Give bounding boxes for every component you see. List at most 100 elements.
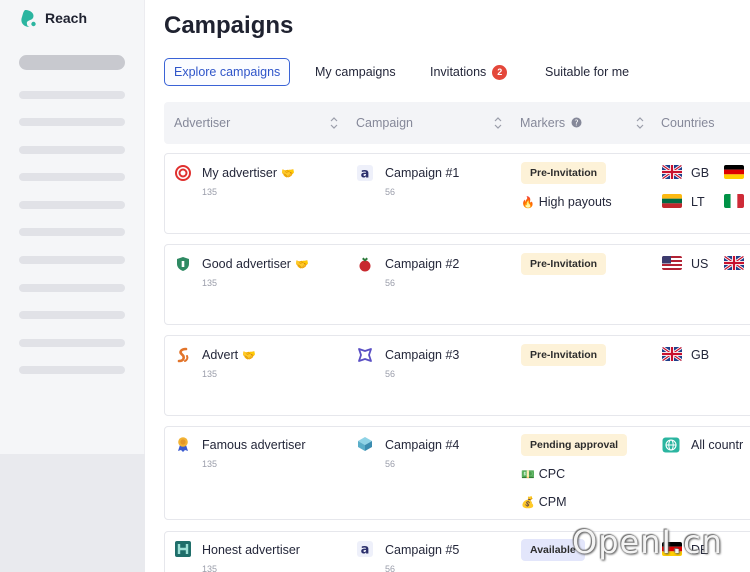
fire-icon: 🔥 bbox=[521, 197, 535, 209]
tab-invitations-label: Invitations bbox=[430, 65, 487, 79]
column-header-advertiser[interactable]: Advertiser bbox=[174, 102, 230, 144]
h-logo-advertiser-icon bbox=[175, 541, 191, 557]
marker-cpm-text: CPM bbox=[538, 495, 567, 509]
tab-suitable-for-me[interactable]: Suitable for me bbox=[545, 58, 629, 86]
reach-logo-icon bbox=[21, 10, 36, 27]
cash-icon: 💵 bbox=[521, 469, 535, 481]
marker-high-payouts: 🔥 High payouts bbox=[521, 195, 612, 209]
advertiser-name[interactable]: My advertiser 🤝 bbox=[202, 166, 295, 180]
sort-icon[interactable] bbox=[330, 116, 338, 130]
svg-text:?: ? bbox=[574, 118, 578, 127]
advertiser-name-text: Advert bbox=[202, 348, 239, 362]
invitations-count-badge: 2 bbox=[492, 65, 508, 80]
marker-high-payouts-text: High payouts bbox=[538, 195, 612, 209]
column-header-markers-label: Markers bbox=[520, 116, 566, 130]
us-flag-icon bbox=[662, 256, 682, 270]
lt-flag-icon bbox=[662, 194, 682, 208]
table-row[interactable]: Famous advertiser 135 Campaign #4 56 Pen… bbox=[164, 426, 750, 520]
advertiser-name-text: My advertiser bbox=[202, 166, 278, 180]
advertiser-name[interactable]: Advert 🤝 bbox=[202, 348, 256, 362]
it-flag-icon bbox=[724, 194, 744, 208]
marker-badge: Pre-Invitation bbox=[521, 253, 607, 275]
campaign-id: 56 bbox=[385, 187, 396, 197]
campaign-id: 56 bbox=[385, 369, 396, 379]
cube-campaign-icon bbox=[358, 437, 372, 451]
sort-icon[interactable] bbox=[636, 116, 644, 130]
target-advertiser-icon bbox=[175, 165, 191, 181]
advertiser-name[interactable]: Good advertiser 🤝 bbox=[202, 257, 309, 271]
sidebar: Reach bbox=[0, 0, 145, 572]
sidebar-item[interactable] bbox=[19, 91, 125, 99]
advertiser-name[interactable]: Famous advertiser bbox=[202, 438, 306, 452]
column-header-countries[interactable]: Countries bbox=[661, 102, 715, 144]
campaign-name[interactable]: Campaign #1 bbox=[385, 166, 459, 180]
sort-icon[interactable] bbox=[494, 116, 502, 130]
advertiser-id: 135 bbox=[202, 369, 218, 379]
campaign-name[interactable]: Campaign #3 bbox=[385, 348, 459, 362]
money-bag-icon: 💰 bbox=[521, 497, 535, 509]
country-code: GB bbox=[691, 166, 710, 180]
page-title: Campaigns bbox=[164, 12, 294, 39]
campaign-name[interactable]: Campaign #4 bbox=[385, 438, 459, 452]
sidebar-item[interactable] bbox=[19, 339, 125, 347]
sidebar-item[interactable] bbox=[19, 366, 125, 374]
marker-cpc: 💵 CPC bbox=[521, 467, 565, 481]
campaign-id: 56 bbox=[385, 459, 396, 469]
de-flag-icon bbox=[724, 165, 744, 179]
campaign-name[interactable]: Campaign #2 bbox=[385, 257, 459, 271]
shield-advertiser-icon bbox=[177, 257, 189, 271]
help-icon[interactable]: ? bbox=[571, 117, 582, 128]
uk-flag-icon bbox=[662, 347, 682, 361]
advertiser-id: 135 bbox=[202, 459, 218, 469]
campaign-a-icon: a bbox=[357, 165, 373, 181]
advertiser-id: 135 bbox=[202, 278, 218, 288]
tab-explore-campaigns[interactable]: Explore campaigns bbox=[164, 58, 291, 86]
marker-badge: Pre-Invitation bbox=[521, 344, 607, 366]
svg-text:a: a bbox=[361, 543, 370, 558]
sidebar-item[interactable] bbox=[19, 146, 125, 154]
handshake-icon: 🤝 bbox=[294, 259, 309, 271]
handshake-icon: 🤝 bbox=[242, 350, 256, 362]
tab-invitations[interactable]: Invitations 2 bbox=[430, 58, 508, 86]
handshake-icon: 🤝 bbox=[281, 168, 295, 180]
country-code: All countr bbox=[691, 438, 744, 452]
marker-cpc-text: CPC bbox=[538, 467, 566, 481]
sidebar-item[interactable] bbox=[19, 284, 125, 292]
sidebar-item[interactable] bbox=[19, 256, 125, 264]
table-row[interactable]: Advert 🤝 135 Campaign #3 56 Pre-Invitatio… bbox=[164, 335, 750, 416]
sidebar-item[interactable] bbox=[19, 228, 125, 236]
uk-flag-icon bbox=[662, 165, 682, 179]
sidebar-item[interactable] bbox=[19, 173, 125, 181]
campaign-id: 56 bbox=[385, 564, 396, 572]
tab-my-campaigns[interactable]: My campaigns bbox=[315, 58, 396, 86]
column-header-markers[interactable]: Markers ? bbox=[520, 102, 582, 144]
medal-advertiser-icon bbox=[178, 437, 188, 452]
uk-flag-icon bbox=[724, 256, 744, 270]
campaign-a-icon: a bbox=[357, 541, 373, 557]
swirl-advertiser-icon bbox=[177, 347, 189, 363]
marker-badge: Pending approval bbox=[521, 434, 628, 456]
marker-badge: Pre-Invitation bbox=[521, 162, 607, 184]
sidebar-item[interactable] bbox=[19, 118, 125, 126]
brand-name: Reach bbox=[45, 10, 88, 26]
sidebar-footer bbox=[0, 454, 145, 572]
advertiser-id: 135 bbox=[202, 187, 218, 197]
country-code: LT bbox=[691, 195, 705, 209]
star-frame-campaign-icon bbox=[358, 348, 372, 362]
column-header-campaign[interactable]: Campaign bbox=[356, 102, 413, 144]
marker-cpm: 💰 CPM bbox=[521, 495, 566, 509]
country-code: GB bbox=[691, 348, 710, 362]
berry-campaign-icon bbox=[359, 257, 371, 272]
sidebar-item[interactable] bbox=[19, 201, 125, 209]
sidebar-item-active[interactable] bbox=[19, 55, 125, 70]
table-row[interactable]: My advertiser 🤝 135 a Campaign #1 56 Pre-… bbox=[164, 153, 750, 234]
campaign-name[interactable]: Campaign #5 bbox=[385, 543, 459, 557]
brand-logo[interactable]: Reach bbox=[19, 8, 87, 28]
watermark: OpenI.cn bbox=[572, 523, 723, 561]
svg-text:a: a bbox=[361, 167, 370, 182]
globe-icon bbox=[662, 437, 680, 453]
sidebar-item[interactable] bbox=[19, 311, 125, 319]
table-row[interactable]: Good advertiser 🤝 135 Campaign #2 56 Pre-… bbox=[164, 244, 750, 325]
advertiser-name[interactable]: Honest advertiser bbox=[202, 543, 300, 557]
table-header: Advertiser Campaign Markers ? Countries bbox=[164, 102, 750, 144]
